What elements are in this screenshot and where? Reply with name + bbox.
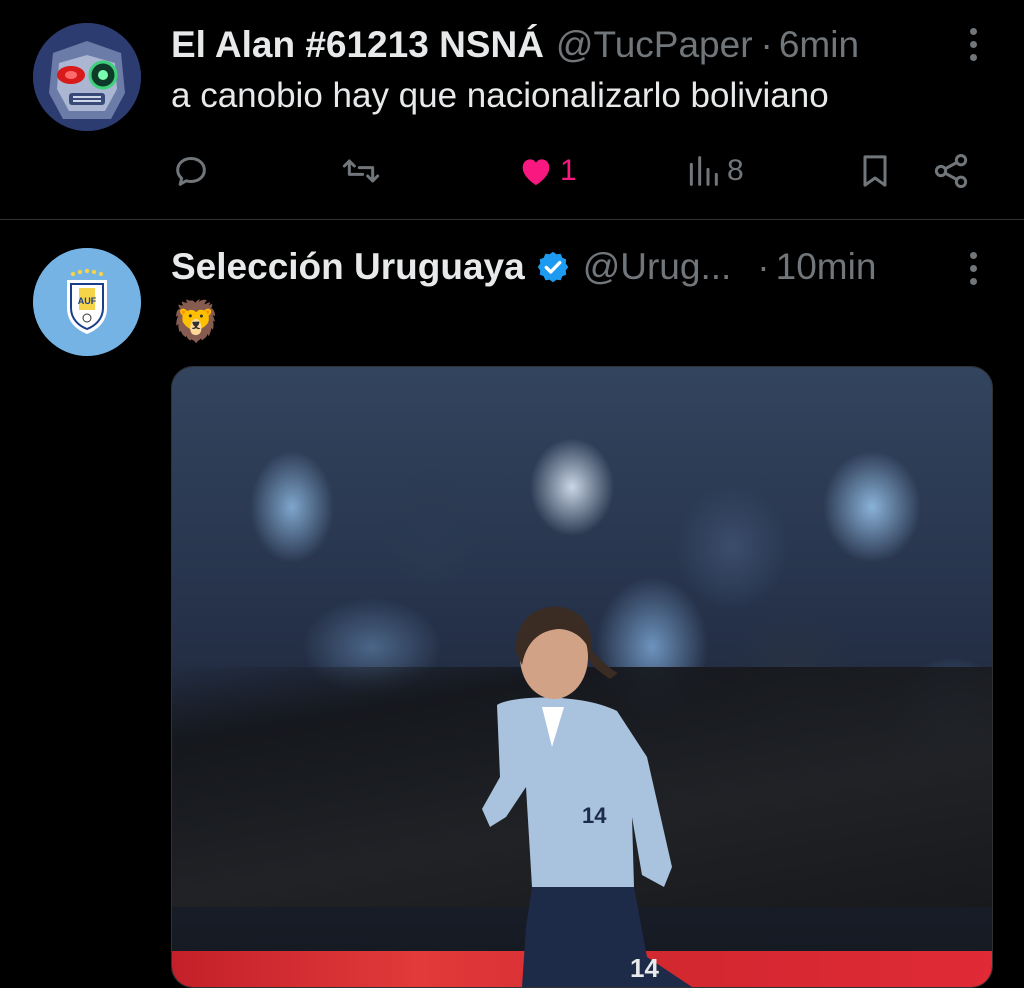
share-icon (934, 154, 968, 188)
separator-dot: · (757, 246, 770, 287)
reply-icon (176, 157, 206, 186)
like-button[interactable]: 1 (516, 146, 577, 196)
like-count: 1 (560, 154, 577, 187)
svg-text:AUF: AUF (78, 296, 97, 306)
reply-button[interactable] (171, 146, 215, 196)
tweet-text: a canobio hay que nacionalizarlo bolivia… (171, 76, 829, 115)
separator-dot: · (760, 24, 773, 65)
avatar[interactable] (33, 23, 141, 131)
views-button[interactable]: 8 (683, 146, 744, 196)
avatar[interactable]: AUF (33, 248, 141, 356)
tweet-actions: 1 8 (171, 146, 981, 196)
more-options-icon[interactable] (968, 252, 978, 288)
avatar-robot-image (33, 23, 141, 131)
bookmark-button[interactable] (855, 146, 895, 196)
retweet-button[interactable] (341, 146, 385, 196)
timestamp[interactable]: 10min (776, 246, 877, 288)
tweet-2[interactable]: AUF Selección Uruguaya @Urug... · 10min … (0, 220, 1024, 988)
bookmark-icon (863, 155, 887, 187)
photo-player-figure: 14 14 (482, 606, 692, 987)
author-name[interactable]: Selección Uruguaya (171, 246, 525, 288)
author-handle[interactable]: @TucPaper (556, 24, 753, 66)
photo-shorts-number: 14 (630, 953, 659, 983)
tweet-header: Selección Uruguaya @Urug... · 10min (171, 242, 876, 292)
timestamp[interactable]: 6min (779, 24, 859, 66)
more-options-icon[interactable] (968, 28, 978, 64)
author-handle[interactable]: @Urug... (583, 246, 732, 288)
share-button[interactable] (931, 146, 971, 196)
auf-crest-icon: AUF (33, 248, 141, 356)
tweet-1[interactable]: El Alan #61213 NSNÁ @TucPaper · 6min a c… (0, 0, 1024, 220)
retweet-icon (342, 159, 380, 183)
tweet-header: El Alan #61213 NSNÁ @TucPaper · 6min (171, 20, 859, 70)
verified-badge-icon (537, 251, 568, 283)
tweet-text: 🦁 (171, 300, 221, 344)
tweet-media-photo[interactable]: 14 14 (171, 366, 993, 988)
views-chart-icon (689, 156, 718, 186)
heart-filled-icon (522, 159, 550, 186)
author-name[interactable]: El Alan #61213 NSNÁ (171, 24, 544, 66)
views-count: 8 (727, 154, 744, 187)
photo-jersey-number: 14 (582, 803, 607, 828)
